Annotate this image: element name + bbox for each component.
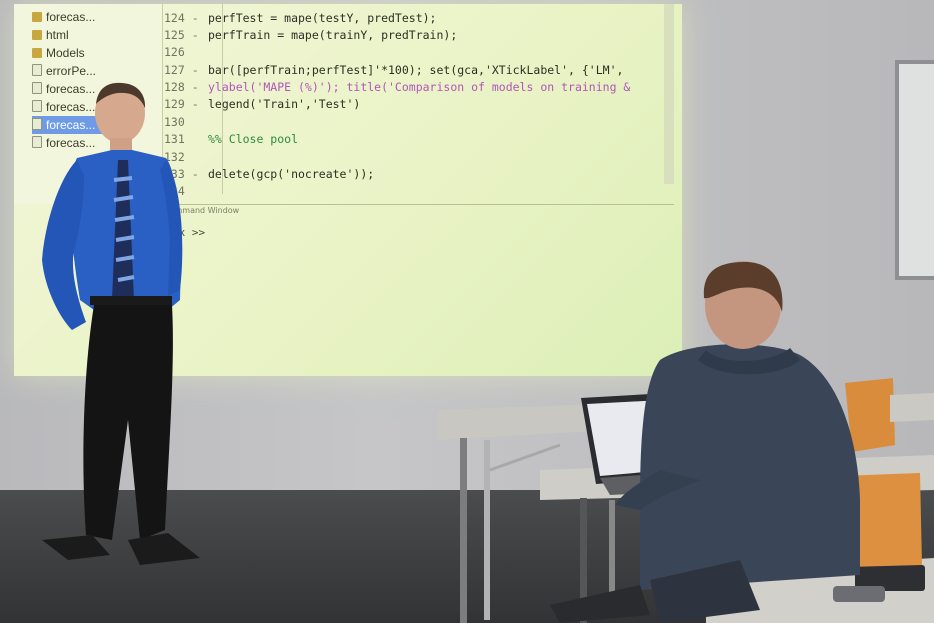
phone [833,586,885,602]
scene-figures [42,82,934,623]
classroom-scene: forecas... html Models errorPe... foreca… [0,0,934,623]
back-desk [890,393,934,422]
presenter [42,82,200,565]
